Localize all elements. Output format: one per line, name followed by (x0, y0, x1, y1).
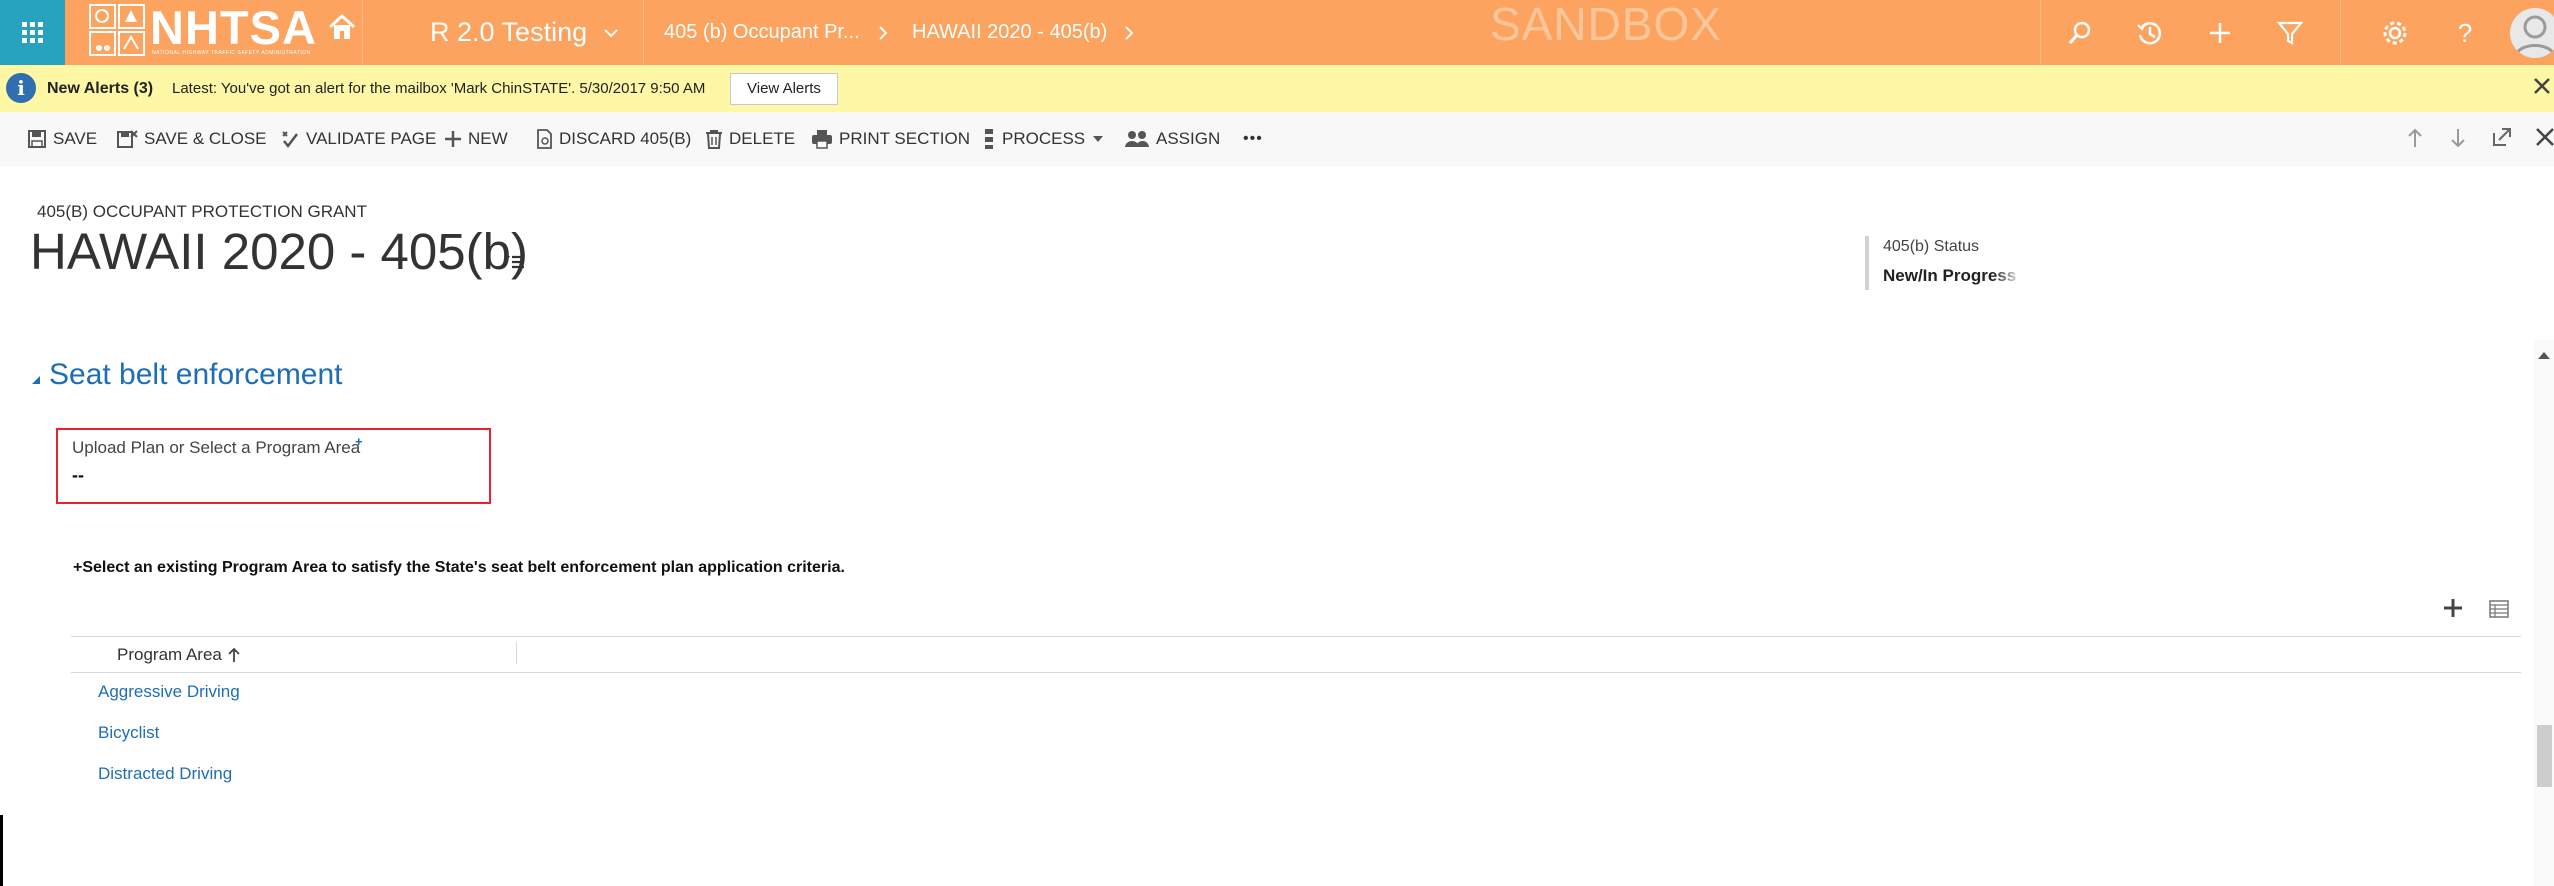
validate-label: VALIDATE PAGE (306, 129, 437, 148)
nav-separator (362, 0, 363, 65)
breadcrumb-entity[interactable]: 405 (b) Occupant Pr... (664, 0, 860, 65)
entity-type-label: 405(B) OCCUPANT PROTECTION GRANT (37, 202, 367, 221)
column-header-program-area[interactable]: Program Area (117, 643, 241, 667)
form-selector-icon[interactable] (503, 252, 525, 277)
field-value[interactable]: -- (72, 465, 84, 486)
app-launcher-button[interactable] (0, 0, 65, 65)
grid-view-icon[interactable] (2489, 600, 2509, 623)
alert-notification-bar: i New Alerts (3) Latest: You've got an a… (0, 65, 2554, 112)
save-label: SAVE (53, 129, 98, 148)
window-edge (0, 815, 3, 886)
sort-ascending-icon (228, 647, 240, 662)
new-button[interactable]: NEW (444, 112, 508, 166)
upload-plan-field[interactable]: Upload Plan or Select a Program Area + -… (56, 428, 491, 504)
logo-subtitle: NATIONAL HIGHWAY TRAFFIC SAFETY ADMINIST… (152, 50, 311, 56)
arrow-up-icon[interactable] (2406, 127, 2424, 154)
chevron-right-icon[interactable] (878, 0, 888, 65)
discard-label: DISCARD 405(B) (559, 129, 692, 148)
assign-button[interactable]: ASSIGN (1124, 112, 1220, 166)
alert-message: Latest: You've got an alert for the mail… (172, 80, 706, 97)
save-close-label: SAVE & CLOSE (144, 129, 267, 148)
header-status-field: 405(b) Status New/In Progress (1865, 236, 2023, 290)
save-icon (28, 130, 46, 148)
delete-button[interactable]: DELETE (705, 112, 795, 166)
recommended-marker: + (355, 434, 363, 449)
waffle-icon (22, 22, 43, 43)
trash-icon (706, 130, 722, 149)
scrollbar-thumb[interactable] (2537, 725, 2552, 787)
filter-icon[interactable] (2275, 18, 2305, 48)
grid-row-link[interactable]: Aggressive Driving (98, 682, 240, 702)
search-icon[interactable] (2065, 18, 2095, 48)
history-icon[interactable] (2135, 18, 2165, 48)
chevron-down-icon (1093, 136, 1104, 142)
command-bar: SAVE SAVE & CLOSE VALIDATE PAGE NEW DISC… (0, 112, 2554, 166)
nav-separator (2340, 0, 2341, 65)
chevron-down-icon[interactable] (603, 0, 619, 65)
close-icon[interactable] (2533, 77, 2551, 100)
process-label: PROCESS (1002, 129, 1086, 148)
top-navigation-bar: NHTSA NATIONAL HIGHWAY TRAFFIC SAFETY AD… (0, 0, 2554, 65)
arrow-down-icon[interactable] (2449, 127, 2467, 154)
home-icon[interactable] (327, 12, 357, 47)
plus-icon[interactable] (2205, 18, 2235, 48)
save-button[interactable]: SAVE (27, 112, 97, 166)
section-title[interactable]: Seat belt enforcement (49, 358, 343, 392)
nhtsa-logo[interactable]: NHTSA NATIONAL HIGHWAY TRAFFIC SAFETY AD… (80, 0, 365, 65)
print-label: PRINT SECTION (839, 129, 970, 148)
chevron-right-icon[interactable] (1124, 0, 1134, 65)
help-icon[interactable]: ? (2450, 18, 2480, 48)
info-icon: i (6, 73, 36, 103)
grid-top-divider (71, 636, 2521, 637)
page-scrollbar[interactable] (2534, 340, 2554, 886)
grid-header-divider (71, 672, 2521, 673)
validate-page-button[interactable]: VALIDATE PAGE (280, 112, 436, 166)
user-avatar[interactable] (2510, 8, 2554, 58)
environment-watermark: SANDBOX (1490, 0, 1722, 50)
collapse-section-icon[interactable] (31, 372, 41, 390)
settings-icon[interactable] (2380, 18, 2410, 48)
new-label: NEW (468, 129, 508, 148)
validate-icon (282, 131, 298, 149)
nav-separator (643, 0, 644, 65)
logo-text: NHTSA (150, 1, 317, 54)
add-record-icon[interactable] (2443, 598, 2463, 623)
status-fade (1993, 261, 2023, 290)
process-icon (985, 129, 993, 149)
instruction-text: +Select an existing Program Area to sati… (73, 559, 845, 576)
alert-title: New Alerts (3) (47, 80, 154, 97)
more-commands-button[interactable]: ••• (1243, 112, 1263, 166)
printer-icon (812, 130, 832, 149)
column-divider (516, 642, 517, 664)
plus-icon (445, 131, 461, 147)
page-title: HAWAII 2020 - 405(b) (30, 223, 528, 280)
view-alerts-button[interactable]: View Alerts (730, 73, 838, 105)
logo-emblem-icon (89, 4, 145, 56)
discard-icon (537, 129, 552, 149)
status-label: 405(b) Status (1883, 238, 1980, 255)
save-and-close-button[interactable]: SAVE & CLOSE (116, 112, 267, 166)
delete-label: DELETE (729, 129, 796, 148)
nav-separator (2040, 0, 2041, 65)
app-name[interactable]: R 2.0 Testing (430, 0, 587, 65)
breadcrumb-record[interactable]: HAWAII 2020 - 405(b) (912, 0, 1107, 65)
grid-row-link[interactable]: Bicyclist (98, 723, 159, 743)
assign-label: ASSIGN (1156, 129, 1221, 148)
grid-row-link[interactable]: Distracted Driving (98, 764, 232, 784)
pop-out-icon[interactable] (2492, 127, 2512, 152)
print-section-button[interactable]: PRINT SECTION (811, 112, 970, 166)
scroll-up-icon[interactable] (2538, 346, 2550, 364)
field-label: Upload Plan or Select a Program Area (72, 438, 361, 457)
process-button[interactable]: PROCESS (982, 112, 1109, 166)
close-record-icon[interactable] (2535, 127, 2554, 152)
save-close-icon (117, 130, 138, 148)
assign-icon (1125, 131, 1149, 147)
column-header-label: Program Area (117, 645, 222, 664)
discard-button[interactable]: DISCARD 405(B) (535, 112, 691, 166)
